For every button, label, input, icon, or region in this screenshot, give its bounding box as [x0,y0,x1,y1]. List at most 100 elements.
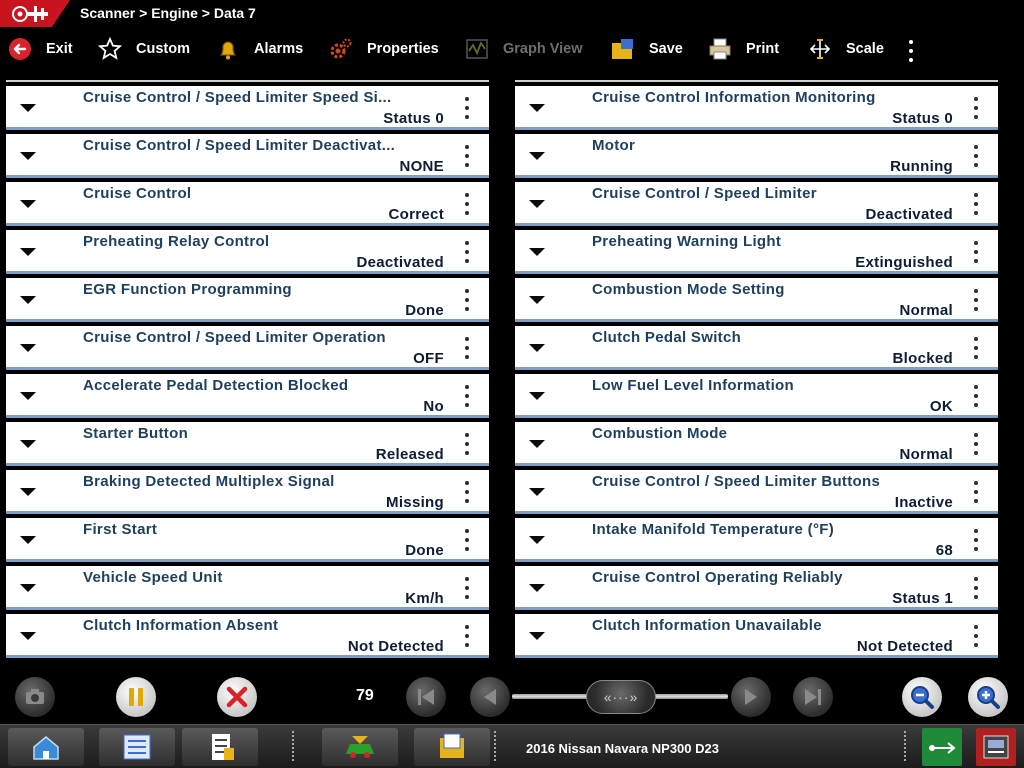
app-logo[interactable] [0,0,70,27]
row-menu-icon[interactable] [465,481,469,503]
zoom-out-button[interactable] [902,677,942,717]
row-menu-icon[interactable] [465,337,469,359]
data-row[interactable]: Cruise Control / Speed Limiter Operation… [6,326,489,370]
data-row[interactable]: First Start Done [6,518,489,562]
row-menu-icon[interactable] [974,577,978,599]
expand-caret-icon[interactable] [20,344,36,352]
data-row[interactable]: Preheating Warning Light Extinguished [515,230,998,274]
expand-caret-icon[interactable] [529,584,545,592]
checklist-button[interactable] [182,728,258,766]
row-menu-icon[interactable] [465,241,469,263]
expand-caret-icon[interactable] [529,152,545,160]
alarms-button[interactable]: Alarms [216,30,303,68]
scanner-status-button[interactable] [976,728,1016,766]
expand-caret-icon[interactable] [529,344,545,352]
row-menu-icon[interactable] [465,529,469,551]
expand-caret-icon[interactable] [529,392,545,400]
row-menu-icon[interactable] [974,433,978,455]
reports-button[interactable] [414,728,490,766]
save-button[interactable]: Save [611,30,683,68]
data-row[interactable]: Clutch Information Absent Not Detected [6,614,489,658]
row-menu-icon[interactable] [974,193,978,215]
row-menu-icon[interactable] [974,529,978,551]
home-button[interactable] [8,728,84,766]
expand-caret-icon[interactable] [20,536,36,544]
data-row[interactable]: Accelerate Pedal Detection Blocked No [6,374,489,418]
exit-button[interactable]: Exit [8,30,73,68]
data-row[interactable]: Cruise Control / Speed Limiter Deactivate… [515,182,998,226]
row-menu-icon[interactable] [974,289,978,311]
step-forward-button[interactable] [731,677,771,717]
row-menu-icon[interactable] [974,625,978,647]
expand-caret-icon[interactable] [20,440,36,448]
data-row[interactable]: Motor Running [515,134,998,178]
skip-to-end-button[interactable] [793,677,833,717]
graph-view-button[interactable]: Graph View [465,30,583,68]
usb-connection-button[interactable] [922,728,962,766]
row-menu-icon[interactable] [465,577,469,599]
expand-caret-icon[interactable] [20,104,36,112]
row-menu-icon[interactable] [465,289,469,311]
scale-button[interactable]: Scale [808,30,884,68]
stop-button[interactable] [217,677,257,717]
data-row[interactable]: Clutch Pedal Switch Blocked [515,326,998,370]
data-row[interactable]: Cruise Control Correct [6,182,489,226]
data-row[interactable]: Low Fuel Level Information OK [515,374,998,418]
playback-slider-thumb[interactable]: «···» [586,680,656,714]
expand-caret-icon[interactable] [529,200,545,208]
data-row[interactable]: Cruise Control Operating Reliably Status … [515,566,998,610]
skip-to-start-button[interactable] [406,677,446,717]
data-row[interactable]: Braking Detected Multiplex Signal Missing [6,470,489,514]
vehicle-select-button[interactable] [322,728,398,766]
data-view-button[interactable] [99,728,175,766]
row-menu-icon[interactable] [974,145,978,167]
data-row[interactable]: Cruise Control / Speed Limiter Deactivat… [6,134,489,178]
row-menu-icon[interactable] [974,385,978,407]
data-row[interactable]: Combustion Mode Setting Normal [515,278,998,322]
camera-button[interactable] [15,677,55,717]
expand-caret-icon[interactable] [529,248,545,256]
expand-caret-icon[interactable] [20,296,36,304]
expand-caret-icon[interactable] [529,440,545,448]
expand-caret-icon[interactable] [529,536,545,544]
row-menu-icon[interactable] [974,97,978,119]
data-row[interactable]: EGR Function Programming Done [6,278,489,322]
row-menu-icon[interactable] [465,625,469,647]
expand-caret-icon[interactable] [529,488,545,496]
custom-button[interactable]: Custom [97,30,190,68]
data-row[interactable]: Combustion Mode Normal [515,422,998,466]
row-menu-icon[interactable] [465,385,469,407]
row-menu-icon[interactable] [974,241,978,263]
row-menu-icon[interactable] [465,193,469,215]
expand-caret-icon[interactable] [20,200,36,208]
expand-caret-icon[interactable] [20,152,36,160]
data-row[interactable]: Intake Manifold Temperature (°F) 68 [515,518,998,562]
data-row[interactable]: Cruise Control Information Monitoring Sta… [515,86,998,130]
expand-caret-icon[interactable] [20,488,36,496]
expand-caret-icon[interactable] [529,296,545,304]
row-menu-icon[interactable] [465,97,469,119]
pause-button[interactable] [116,677,156,717]
row-menu-icon[interactable] [465,433,469,455]
data-row[interactable]: Clutch Information Unavailable Not Detect… [515,614,998,658]
data-row[interactable]: Cruise Control / Speed Limiter Buttons In… [515,470,998,514]
save-label: Save [649,41,683,57]
more-options-icon[interactable] [902,38,920,64]
data-row[interactable]: Starter Button Released [6,422,489,466]
expand-caret-icon[interactable] [20,632,36,640]
expand-caret-icon[interactable] [20,392,36,400]
row-menu-icon[interactable] [465,145,469,167]
expand-caret-icon[interactable] [529,632,545,640]
properties-button[interactable]: Properties [329,30,439,68]
row-menu-icon[interactable] [974,337,978,359]
zoom-in-button[interactable] [968,677,1008,717]
data-row[interactable]: Vehicle Speed Unit Km/h [6,566,489,610]
row-menu-icon[interactable] [974,481,978,503]
print-button[interactable]: Print [708,30,779,68]
expand-caret-icon[interactable] [20,248,36,256]
data-row[interactable]: Preheating Relay Control Deactivated [6,230,489,274]
expand-caret-icon[interactable] [20,584,36,592]
step-back-button[interactable] [470,677,510,717]
data-row[interactable]: Cruise Control / Speed Limiter Speed Si.… [6,86,489,130]
expand-caret-icon[interactable] [529,104,545,112]
